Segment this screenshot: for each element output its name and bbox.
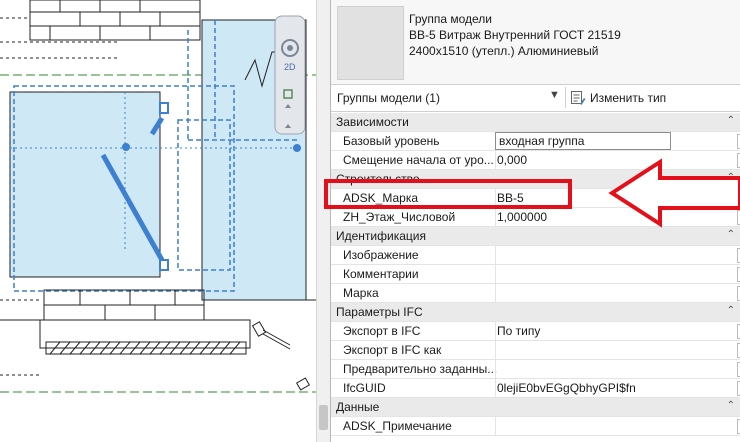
column-divider <box>495 208 496 226</box>
property-row[interactable]: Смещение начала от уро... 0,000 <box>331 151 740 170</box>
property-value[interactable]: 0lejiE0bvEGgQbhyGPI$fn <box>497 381 636 395</box>
properties-grid: Зависимости ⌃ Базовый уровень входная групп… <box>331 113 740 436</box>
type-desc-label: 2400x1510 (утепл.) Алюминиевый <box>409 44 599 58</box>
property-name: IfcGUID <box>343 381 386 395</box>
instance-filter-dropdown[interactable]: Группы модели (1) <box>337 91 440 105</box>
glazing-panel-left <box>9 91 161 278</box>
property-row[interactable]: ADSK_Примечание <box>331 417 740 436</box>
edit-type-label: Изменить тип <box>590 91 667 105</box>
column-divider <box>495 360 496 378</box>
type-selector[interactable]: Группа модели ВВ-5 Витраж Внутренний ГОС… <box>331 0 740 85</box>
group-label: Данные <box>336 400 380 414</box>
edit-type-button[interactable]: Изменить тип <box>565 87 740 108</box>
column-divider <box>495 284 496 302</box>
column-divider <box>495 417 496 435</box>
property-group-header[interactable]: Зависимости ⌃ <box>331 113 740 132</box>
property-row[interactable]: ADSK_Марка ВВ-5 <box>331 189 740 208</box>
property-value[interactable]: входная группа <box>499 134 584 148</box>
drawing-canvas[interactable]: 2D <box>0 0 330 442</box>
property-name: Комментарии <box>343 267 419 281</box>
property-group-header[interactable]: Данные ⌃ <box>331 398 740 417</box>
group-label: Строительство <box>336 172 420 186</box>
property-value[interactable]: 1,000000 <box>497 210 547 224</box>
property-name: Марка <box>343 286 379 300</box>
property-name: Изображение <box>343 248 419 262</box>
property-name: ADSK_Марка <box>343 191 419 205</box>
collapse-chevron-icon[interactable]: ⌃ <box>727 400 735 411</box>
edit-type-icon <box>571 91 586 105</box>
column-divider <box>495 246 496 264</box>
nav-2d-label: 2D <box>284 62 296 72</box>
property-row[interactable]: Предварительно заданны... <box>331 360 740 379</box>
property-group-header[interactable]: Идентификация ⌃ <box>331 227 740 246</box>
property-value[interactable]: По типу <box>497 324 540 338</box>
property-value[interactable]: 0,000 <box>497 153 527 167</box>
property-name: ADSK_Примечание <box>343 419 452 433</box>
collapse-chevron-icon[interactable]: ⌃ <box>727 172 735 183</box>
property-row[interactable]: ZH_Этаж_Числовой 1,000000 <box>331 208 740 227</box>
column-divider <box>495 265 496 283</box>
drawing-view[interactable]: 2D <box>0 0 330 442</box>
property-row[interactable]: IfcGUID 0lejiE0bvEGgQbhyGPI$fn <box>331 379 740 398</box>
type-name-label: ВВ-5 Витраж Внутренний ГОСТ 21519 <box>409 28 621 42</box>
collapse-chevron-icon[interactable]: ⌃ <box>727 229 735 240</box>
collapse-chevron-icon[interactable]: ⌃ <box>727 305 735 316</box>
property-group-header[interactable]: Строительство ⌃ <box>331 170 740 189</box>
properties-palette: Группа модели ВВ-5 Витраж Внутренний ГОС… <box>330 0 740 442</box>
property-name: Базовый уровень <box>343 134 440 148</box>
type-family-label: Группа модели <box>409 12 493 26</box>
type-preview-image <box>337 6 404 80</box>
property-value[interactable]: ВВ-5 <box>497 191 524 205</box>
group-label: Идентификация <box>336 229 426 243</box>
property-name: Предварительно заданны... <box>343 362 498 376</box>
property-name: Смещение начала от уро... <box>343 153 494 167</box>
property-row[interactable]: Изображение <box>331 246 740 265</box>
wall-top <box>29 0 201 41</box>
instance-filter-row: Группы модели (1) ▼ Изменить тип <box>331 85 740 112</box>
property-row[interactable]: Марка <box>331 284 740 303</box>
scrollbar-thumb[interactable] <box>319 405 328 430</box>
column-divider <box>495 151 496 169</box>
group-label: Зависимости <box>336 115 409 129</box>
group-label: Параметры IFC <box>336 305 423 319</box>
view-nav-bar[interactable]: 2D <box>274 15 306 135</box>
property-row[interactable]: Базовый уровень входная группа <box>331 132 740 151</box>
property-row[interactable]: Комментарии <box>331 265 740 284</box>
property-name: Экспорт в IFC как <box>343 343 442 357</box>
column-divider <box>495 341 496 359</box>
column-divider <box>495 189 496 207</box>
chevron-down-icon[interactable]: ▼ <box>549 89 560 101</box>
property-group-header[interactable]: Параметры IFC ⌃ <box>331 303 740 322</box>
property-name: ZH_Этаж_Числовой <box>343 210 456 224</box>
collapse-chevron-icon[interactable]: ⌃ <box>727 115 735 126</box>
column-divider <box>495 379 496 397</box>
vertical-scrollbar[interactable] <box>316 0 331 442</box>
column-divider <box>495 322 496 340</box>
property-name: Экспорт в IFC <box>343 324 421 338</box>
property-row[interactable]: Экспорт в IFC По типу <box>331 322 740 341</box>
property-row[interactable]: Экспорт в IFC как <box>331 341 740 360</box>
